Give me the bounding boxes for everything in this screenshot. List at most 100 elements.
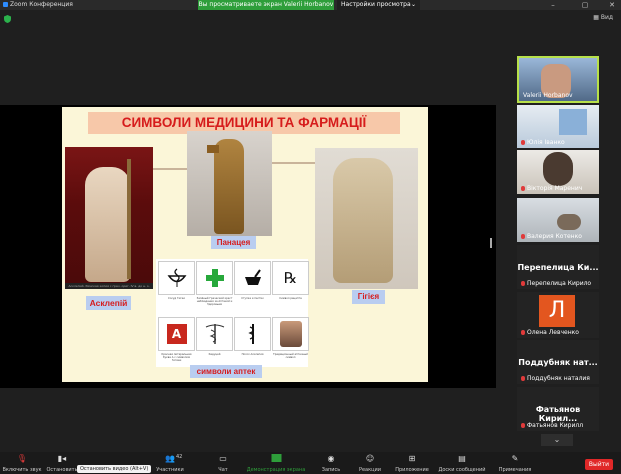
statue-figure bbox=[333, 158, 393, 283]
stop-video-label: Остановить bbox=[46, 467, 78, 473]
symbol-caption: Кадуцей bbox=[208, 353, 221, 356]
mic-muted-icon bbox=[521, 376, 525, 381]
split-handle[interactable] bbox=[490, 238, 492, 248]
reactions-button[interactable]: ☺ Реакции bbox=[354, 452, 386, 474]
label-pharmacy-symbols: символи аптек bbox=[190, 365, 262, 378]
label-hygeia: Гігієя bbox=[352, 290, 385, 304]
asklepiy-statue-image: Асклепий. Римская копия с греч. ориг. IV… bbox=[65, 147, 153, 289]
notes-icon: ✎ bbox=[511, 454, 519, 463]
notes-button[interactable]: ✎ Примечания bbox=[494, 452, 536, 474]
participant-name: Valerii Horbanov bbox=[523, 92, 573, 99]
staff bbox=[127, 159, 131, 279]
record-button[interactable]: ◉ Запись bbox=[316, 452, 346, 474]
symbol-caption: Ступка и пестик bbox=[241, 297, 264, 300]
participant-name-wrap: Юлія Іванко bbox=[521, 139, 565, 146]
participant-tile[interactable]: Фатьянов Кирил... Фатьянов Кирилл bbox=[517, 387, 599, 431]
symbol-caption: Зелёный Греческий крест наблюдения за Ап… bbox=[196, 297, 233, 307]
participant-name: Перепелица Кирило bbox=[527, 280, 592, 287]
chat-label: Чат bbox=[218, 467, 228, 473]
security-shield-icon[interactable] bbox=[4, 15, 11, 23]
zoom-logo-icon bbox=[3, 2, 8, 7]
participant-tile[interactable]: Вікторія Маренич bbox=[517, 150, 599, 194]
end-meeting-button[interactable]: Выйти bbox=[585, 459, 613, 470]
participant-video bbox=[559, 109, 587, 135]
asklepiy-caption: Асклепий. Римская копия с греч. ориг. IV… bbox=[65, 283, 153, 289]
participant-tile[interactable]: Валерия Котенко bbox=[517, 198, 599, 242]
grid-view-icon: ▦ bbox=[593, 14, 601, 21]
mic-off-icon: 🎙 bbox=[16, 454, 28, 463]
divider bbox=[272, 162, 315, 164]
share-banner: Вы просматриваете экран Valerii Horbanov bbox=[198, 0, 334, 10]
unmute-button[interactable]: 🎙 Включить звук bbox=[0, 452, 44, 474]
mic-muted-icon bbox=[521, 186, 525, 191]
symbol-cell: Зелёный Греческий крест наблюдения за Ап… bbox=[196, 261, 233, 307]
maximize-icon[interactable]: ▢ bbox=[578, 0, 592, 10]
participant-name: Фатьянов Кирилл bbox=[527, 422, 584, 429]
label-panacea: Панацея bbox=[211, 236, 256, 249]
mic-muted-icon bbox=[521, 140, 525, 145]
symbol-cell: Кадуцей bbox=[196, 317, 233, 356]
participant-tile[interactable]: Л Олена Левченко bbox=[517, 292, 599, 338]
symbol-cell: ℞ Символ рецепта bbox=[272, 261, 309, 300]
statue-figure bbox=[214, 139, 244, 234]
pharmacy-symbols-grid: Сосуд Гигеи Зелёный Греческий крест набл… bbox=[156, 259, 309, 367]
participants-button[interactable]: 👥 42 Участники bbox=[148, 452, 192, 474]
share-screen-label: Демонстрация экрана bbox=[246, 467, 306, 473]
mic-muted-icon bbox=[521, 330, 525, 335]
participant-tile[interactable]: Valerii Horbanov bbox=[517, 56, 599, 103]
mic-muted-icon bbox=[521, 234, 525, 239]
camera-icon: ▮◂ bbox=[57, 454, 67, 463]
participant-tile[interactable]: Перепелица Ки... Перепелица Кирило bbox=[517, 245, 599, 289]
symbol-caption: Сосуд Гигеи bbox=[168, 297, 185, 300]
participants-count: 42 bbox=[176, 454, 183, 460]
apps-label: Приложение bbox=[395, 467, 429, 473]
participant-video bbox=[557, 214, 581, 230]
participant-name: Вікторія Маренич bbox=[527, 185, 583, 192]
participant-tile[interactable]: Поддубняк нат... Поддубняк наталия bbox=[517, 340, 599, 384]
app-title-text: Zoom Конференция bbox=[10, 1, 73, 8]
share-screen-button[interactable]: Демонстрация экрана bbox=[243, 452, 309, 474]
minimize-icon[interactable]: – bbox=[546, 0, 560, 10]
participant-name: Юлія Іванко bbox=[527, 139, 565, 146]
chevron-down-icon: ⌄ bbox=[553, 435, 561, 444]
chevron-down-icon: ⌄ bbox=[410, 1, 416, 8]
symbol-caption: Посох Асклепия bbox=[241, 353, 264, 356]
stop-video-tooltip: Остановить видео (Alt+V) bbox=[77, 465, 152, 473]
participant-strip: Valerii Horbanov Юлія Іванко Вікторія Ма… bbox=[517, 56, 599, 446]
view-button[interactable]: ▦ Вид bbox=[593, 14, 613, 21]
notes-label: Примечания bbox=[498, 467, 532, 473]
green-cross-icon bbox=[196, 261, 233, 295]
chat-button[interactable]: ▭ Чат bbox=[208, 452, 238, 474]
statue-figure bbox=[85, 167, 130, 282]
participant-name: Валерия Котенко bbox=[527, 233, 582, 240]
participant-tile[interactable]: Юлія Іванко bbox=[517, 105, 599, 148]
participant-name-wrap: Вікторія Маренич bbox=[521, 185, 582, 192]
symbol-caption: Символ рецепта bbox=[279, 297, 302, 300]
caduceus-icon bbox=[196, 317, 233, 351]
people-icon: 👥 bbox=[165, 454, 175, 463]
book bbox=[207, 145, 219, 153]
whiteboard-icon: ▤ bbox=[458, 454, 466, 463]
apps-button[interactable]: ⊞ Приложение bbox=[392, 452, 432, 474]
symbol-cell: Сосуд Гигеи bbox=[158, 261, 195, 300]
rod-of-asclepius-icon bbox=[234, 317, 271, 351]
chat-icon: ▭ bbox=[219, 454, 227, 463]
participants-label: Участники bbox=[156, 467, 184, 473]
panacea-statue-image bbox=[187, 131, 272, 236]
participant-name-wrap: Перепелица Кирило bbox=[521, 280, 591, 287]
whiteboards-label: Доски сообщений bbox=[438, 467, 486, 473]
symbol-caption: Красная литеральная буква А с символом Г… bbox=[161, 353, 192, 363]
view-settings-button[interactable]: Настройки просмотра ⌄ bbox=[337, 0, 420, 10]
symbol-cell: Посох Асклепия bbox=[234, 317, 271, 356]
symbol-cell: A Красная литеральная буква А с символом… bbox=[158, 317, 195, 363]
scroll-down-button[interactable]: ⌄ bbox=[541, 434, 573, 446]
whiteboards-button[interactable]: ▤ Доски сообщений bbox=[436, 452, 488, 474]
stop-video-button[interactable]: ▮◂ Остановить bbox=[45, 452, 79, 474]
close-icon[interactable]: ✕ bbox=[605, 0, 619, 10]
mortar-pestle-icon bbox=[234, 261, 271, 295]
participant-big-name: Фатьянов Кирил... bbox=[535, 405, 581, 423]
red-a-sign-icon: A bbox=[158, 317, 195, 351]
app-title: Zoom Конференция bbox=[3, 0, 73, 10]
participant-name-wrap: Фатьянов Кирилл bbox=[521, 422, 583, 429]
participant-name-wrap: Поддубняк наталия bbox=[521, 375, 590, 382]
